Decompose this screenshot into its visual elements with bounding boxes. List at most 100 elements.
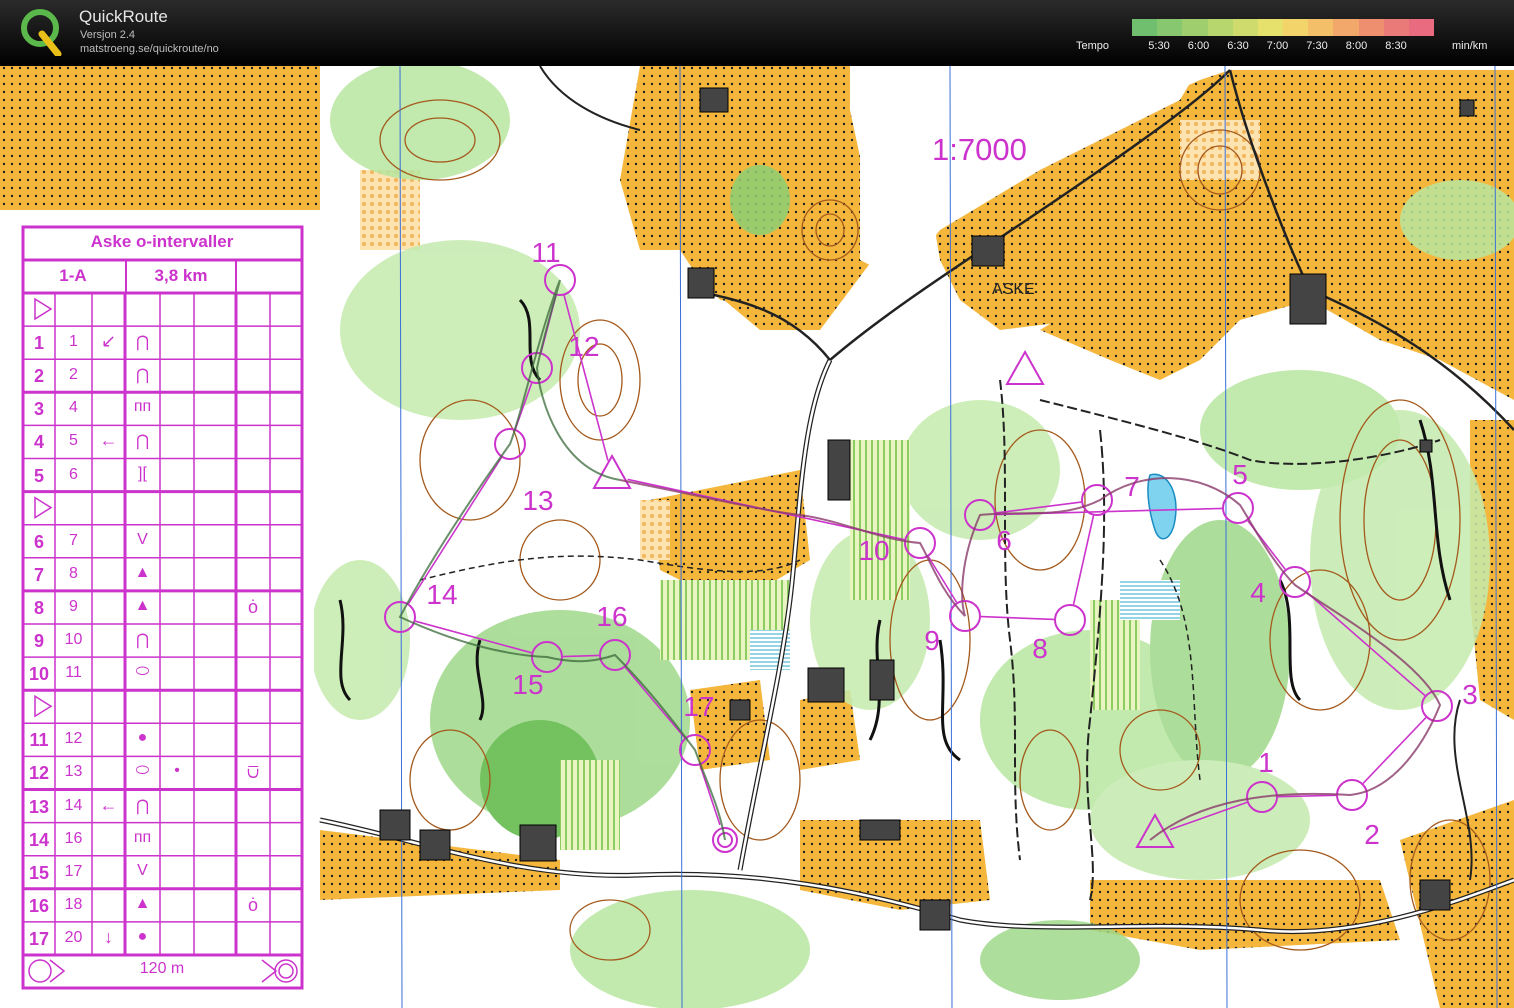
tempo-color-cell [1283, 19, 1309, 36]
control-description-sheet: Aske o-intervaller 1-A 3,8 km 1 1 ↙ ⋂ 2 2 ⋂ 3 4 ᴨ… [20, 224, 314, 994]
tempo-color-scale [1132, 19, 1435, 36]
control-code: 13 [64, 763, 83, 781]
control-code: 14 [64, 796, 83, 814]
tempo-tick-label: 7:00 [1266, 40, 1289, 52]
tempo-color-cell [1408, 19, 1435, 36]
control-number: 1 [1258, 747, 1274, 778]
tempo-tick-label: 6:30 [1227, 40, 1249, 52]
control-sequence-number: 3 [33, 399, 44, 420]
tempo-label: Tempo [1076, 40, 1110, 52]
tempo-tick-label: 8:30 [1385, 40, 1407, 52]
feature-symbol-icon: ▲ [134, 894, 151, 912]
control-code: 1 [69, 333, 78, 351]
other-info-symbol-icon: ȯ [247, 596, 258, 617]
tempo-unit: min/km [1452, 40, 1488, 52]
control-number: 12 [568, 331, 599, 362]
tempo-color-cell [1207, 19, 1233, 36]
control-sequence-number: 10 [28, 664, 50, 685]
course-leg [562, 654, 600, 658]
control-code: 16 [64, 829, 83, 847]
control-sequence-number: 12 [28, 763, 50, 784]
feature-symbol-icon: V [137, 861, 148, 879]
direction-symbol-icon: ← [99, 430, 118, 451]
feature-symbol-icon: V [137, 530, 148, 548]
control-number: 10 [858, 535, 889, 566]
control-number: 16 [596, 601, 627, 632]
app-title: QuickRoute [79, 7, 168, 26]
feature-symbol-icon: ● [137, 927, 148, 945]
control-code: 12 [64, 730, 83, 748]
control-sequence-number: 14 [28, 829, 50, 850]
feature-symbol-icon: ● [137, 729, 148, 747]
tempo-color-cell [1132, 19, 1158, 36]
control-sequence-number: 11 [29, 730, 49, 751]
tempo-tick-label: 8:00 [1345, 40, 1368, 52]
control-number: 4 [1250, 577, 1266, 608]
control-code: 18 [64, 895, 83, 913]
control-code: 20 [64, 928, 83, 946]
control-sequence-number: 5 [33, 465, 44, 486]
control-number: 2 [1364, 819, 1380, 850]
course-length: 3,8 km [154, 266, 208, 285]
control-sequence-number: 16 [28, 895, 50, 916]
finish-distance: 120 m [139, 960, 185, 977]
control-code: 6 [69, 465, 78, 483]
feature-symbol-icon: ⋂ [135, 367, 150, 385]
direction-symbol-icon: ← [99, 794, 118, 815]
control-number: 6 [996, 525, 1012, 556]
control-number: 13 [522, 485, 553, 516]
control-code: 7 [69, 531, 78, 549]
control-code: 5 [69, 432, 78, 450]
control-sequence-number: 13 [28, 796, 50, 817]
other-info-symbol-icon: ⩂ [246, 762, 260, 783]
control-number: 8 [1032, 633, 1048, 664]
feature-symbol-icon: ⋂ [135, 797, 150, 815]
control-number: 14 [426, 579, 457, 610]
control-sequence-number: 6 [33, 531, 44, 552]
feature-symbol-icon: ᴨᴨ [133, 398, 152, 416]
control-code: 11 [65, 664, 82, 682]
tempo-tick-label: 7:30 [1306, 40, 1328, 52]
place-name-label: ASKE [992, 281, 1035, 298]
control-code: 4 [69, 399, 78, 417]
control-number: 9 [924, 625, 940, 656]
control-code: 10 [64, 631, 83, 648]
feature-symbol-icon: ⬭ [135, 762, 150, 780]
tempo-color-cell [1333, 19, 1359, 36]
start-symbol-icon [34, 496, 53, 519]
feature-symbol-icon: ▲ [134, 596, 151, 614]
tempo-color-cell [1232, 19, 1258, 36]
start-symbol-icon [34, 694, 53, 718]
control-sequence-number: 9 [33, 631, 44, 651]
quickroute-logo-icon [21, 9, 62, 56]
control-sequence-number: 1 [33, 333, 44, 354]
control-code: 9 [69, 597, 78, 615]
control-sequence-number: 2 [33, 366, 44, 387]
feature-symbol-icon: ▲ [134, 563, 151, 581]
control-sequence-number: 7 [33, 564, 44, 585]
feature-symbol-icon: ⋂ [135, 632, 150, 649]
control-code: 8 [69, 564, 78, 582]
course-name: 1-A [59, 266, 87, 285]
app-header: QuickRoute Versjon 2.4 matstroeng.se/qui… [0, 0, 1514, 66]
control-sequence-number: 4 [33, 432, 44, 453]
other-info-symbol-icon: ȯ [247, 894, 258, 915]
control-number: 15 [512, 669, 543, 700]
feature-symbol-icon: ⋂ [135, 334, 150, 352]
direction-symbol-icon: ↓ [104, 926, 113, 947]
course-title: Aske o-intervaller [90, 232, 234, 251]
control-number: 3 [1462, 679, 1478, 710]
feature-symbol-icon: ᴨᴨ [133, 828, 152, 846]
control-number: 17 [683, 691, 714, 722]
tempo-color-cell [1358, 19, 1384, 36]
tempo-color-cell [1308, 19, 1334, 36]
app-url: matstroeng.se/quickroute/no [80, 43, 219, 55]
control-sequence-number: 15 [28, 862, 50, 883]
app-version: Versjon 2.4 [80, 29, 136, 41]
control-number: 11 [531, 237, 560, 268]
feature-symbol-icon: ][ [138, 464, 147, 482]
tempo-color-cell [1257, 19, 1284, 36]
tempo-tick-label: 6:00 [1187, 40, 1210, 52]
control-sequence-number: 17 [28, 928, 50, 949]
detail-symbol-icon: • [174, 762, 180, 780]
